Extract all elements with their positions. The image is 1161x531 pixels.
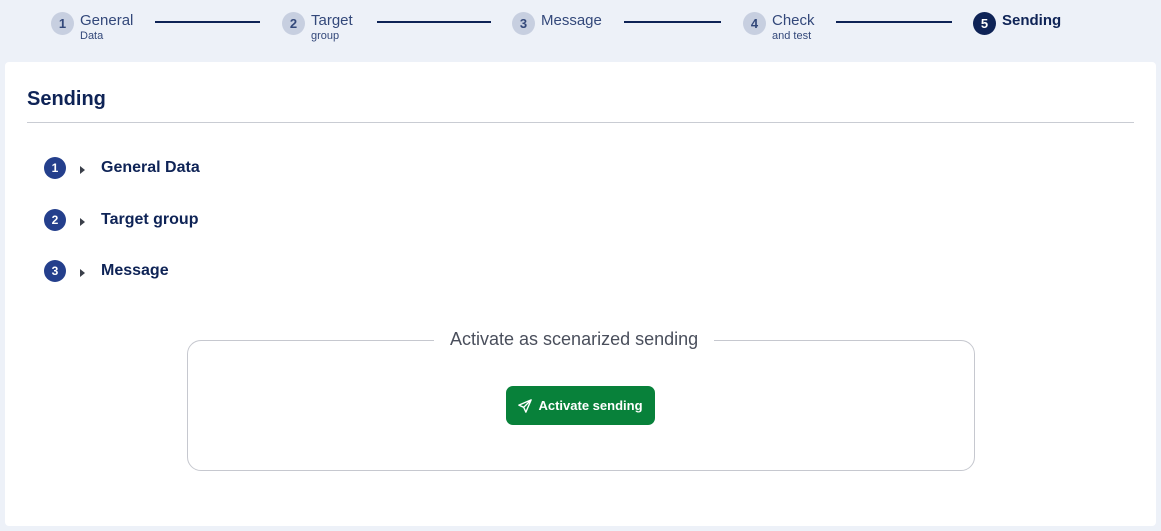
step-number: 2 [282, 12, 305, 35]
page-title: Sending [27, 88, 106, 110]
section-label: General Data [101, 159, 200, 176]
step-sending[interactable]: 5 Sending [973, 11, 1061, 35]
section-number: 3 [44, 260, 66, 282]
section-number: 2 [44, 209, 66, 231]
step-connector [624, 21, 721, 23]
section-message[interactable]: 3 Message [44, 260, 169, 282]
step-connector [836, 21, 952, 23]
step-check-and-test[interactable]: 4 Check and test [743, 11, 815, 42]
step-subtitle: Data [80, 30, 104, 42]
step-number: 1 [51, 12, 74, 35]
step-connector [155, 21, 260, 23]
title-divider [27, 122, 1134, 123]
section-number: 1 [44, 157, 66, 179]
section-general-data[interactable]: 1 General Data [44, 157, 200, 179]
section-label: Target group [101, 211, 199, 228]
step-title: General [80, 12, 134, 29]
caret-right-icon[interactable] [80, 217, 85, 226]
step-subtitle: group [311, 30, 340, 42]
activation-legend: Activate as scenarized sending [434, 329, 715, 350]
step-number: 4 [743, 12, 766, 35]
section-label: Message [101, 262, 169, 279]
step-message[interactable]: 3 Message [512, 11, 602, 35]
step-title: Target [311, 12, 353, 29]
step-title: Check [772, 12, 815, 29]
step-subtitle: and test [772, 30, 812, 42]
activate-sending-button[interactable]: Activate sending [506, 386, 655, 425]
activate-sending-label: Activate sending [538, 398, 643, 413]
step-title: Sending [1002, 12, 1062, 29]
step-number: 5 [973, 12, 996, 35]
sending-panel: Sending 1 General Data 2 Target group 3 … [5, 62, 1156, 526]
section-target-group[interactable]: 2 Target group [44, 209, 198, 231]
step-connector [377, 21, 491, 23]
activation-fieldset: Activate as scenarized sending Activate … [187, 329, 975, 471]
step-title: Message [541, 12, 602, 29]
caret-right-icon[interactable] [80, 165, 85, 174]
caret-right-icon[interactable] [80, 268, 85, 277]
step-target-group[interactable]: 2 Target group [282, 11, 353, 42]
step-general-data[interactable]: 1 General Data [51, 11, 133, 42]
paper-plane-icon [518, 398, 533, 413]
step-number: 3 [512, 12, 535, 35]
wizard-stepper: 1 General Data 2 Target group 3 Message … [0, 0, 1161, 56]
